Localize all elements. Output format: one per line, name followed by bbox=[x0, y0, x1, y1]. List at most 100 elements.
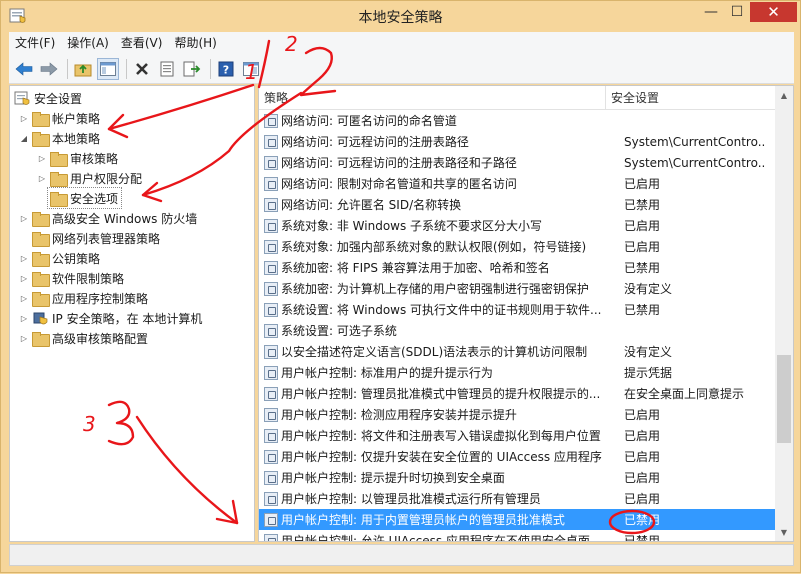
policy-row[interactable]: 用户帐户控制: 以管理员批准模式运行所有管理员 已启用 bbox=[259, 488, 775, 509]
policy-row[interactable]: 网络访问: 可远程访问的注册表路径和子路径 System\CurrentContr… bbox=[259, 152, 775, 173]
back-icon[interactable] bbox=[13, 58, 35, 80]
column-header-policy[interactable]: 策略 bbox=[259, 86, 606, 110]
policy-icon bbox=[264, 323, 278, 338]
policy-icon bbox=[264, 197, 278, 212]
expand-icon[interactable]: ▷ bbox=[18, 294, 30, 303]
menu-action[interactable]: 操作(A) bbox=[61, 32, 115, 54]
policy-row[interactable]: 系统设置: 将 Windows 可执行文件中的证书规则用于软件... 已禁用 bbox=[259, 299, 775, 320]
policy-row[interactable]: 用户帐户控制: 管理员批准模式中管理员的提升权限提示的... 在安全桌面上同意提示 bbox=[259, 383, 775, 404]
policy-row[interactable]: 用户帐户控制: 检测应用程序安装并提示提升 已启用 bbox=[259, 404, 775, 425]
policy-row[interactable]: 用户帐户控制: 将文件和注册表写入错误虚拟化到每用户位置 已启用 bbox=[259, 425, 775, 446]
menu-help[interactable]: 帮助(H) bbox=[168, 32, 222, 54]
expand-icon[interactable]: ▷ bbox=[18, 274, 30, 283]
policy-icon bbox=[264, 386, 278, 401]
policy-setting: 已禁用 bbox=[624, 198, 661, 212]
tree-item-software-restriction[interactable]: ▷ 软件限制策略 bbox=[18, 268, 124, 288]
folder-open-icon bbox=[32, 131, 50, 147]
tree-item-app-control[interactable]: ▷ 应用程序控制策略 bbox=[18, 288, 148, 308]
scroll-thumb[interactable] bbox=[777, 355, 791, 443]
tree-label: 帐户策略 bbox=[52, 111, 101, 126]
export-icon[interactable] bbox=[181, 58, 203, 80]
policy-row[interactable]: 网络访问: 限制对命名管道和共享的匿名访问 已启用 bbox=[259, 173, 775, 194]
up-folder-icon[interactable] bbox=[72, 58, 94, 80]
policy-row[interactable]: 网络访问: 允许匿名 SID/名称转换 已禁用 bbox=[259, 194, 775, 215]
console-icon[interactable] bbox=[240, 58, 262, 80]
toolbar-separator bbox=[126, 58, 127, 79]
policy-row[interactable]: 网络访问: 可远程访问的注册表路径 System\CurrentContro... bbox=[259, 131, 775, 152]
minimize-button[interactable]: — bbox=[698, 2, 724, 22]
tree-root[interactable]: 安全设置 bbox=[14, 88, 82, 108]
tree-label: 网络列表管理器策略 bbox=[52, 231, 161, 246]
policy-row[interactable]: 用户帐户控制: 允许 UIAccess 应用程序在不使用安全桌面... 已禁用 bbox=[259, 530, 775, 542]
policy-name: 网络访问: 限制对命名管道和共享的匿名访问 bbox=[281, 177, 517, 191]
policy-list-pane[interactable]: 策略 安全设置 网络访问: 可匿名访问的命名管道网络访问: 可远程访问的注册表路… bbox=[258, 85, 794, 542]
show-tree-icon[interactable] bbox=[97, 57, 119, 80]
tree-pane[interactable]: 安全设置 ▷ 帐户策略 ◢ 本地策略 ▷ 审核策略 ▷ 用户权限分配 安全选项 … bbox=[9, 85, 255, 542]
help-icon[interactable]: ? bbox=[215, 58, 237, 80]
policy-name: 用户帐户控制: 管理员批准模式中管理员的提升权限提示的... bbox=[281, 387, 601, 401]
folder-icon bbox=[50, 171, 68, 187]
column-header-setting[interactable]: 安全设置 bbox=[606, 86, 756, 110]
tree-label: 应用程序控制策略 bbox=[52, 291, 149, 306]
policy-row[interactable]: 用户帐户控制: 提示提升时切换到安全桌面 已启用 bbox=[259, 467, 775, 488]
menu-bar: 文件(F) 操作(A) 查看(V) 帮助(H) bbox=[9, 32, 794, 54]
policy-icon bbox=[264, 260, 278, 275]
folder-icon bbox=[32, 251, 50, 267]
title-bar[interactable]: 本地安全策略 — ☐ ✕ bbox=[1, 1, 800, 31]
policy-row[interactable]: 系统对象: 加强内部系统对象的默认权限(例如，符号链接) 已启用 bbox=[259, 236, 775, 257]
tree-item-ip-security[interactable]: ▷ IP 安全策略，在 本地计算机 bbox=[18, 308, 202, 328]
forward-icon[interactable] bbox=[38, 58, 60, 80]
tree-item-local-policy[interactable]: ◢ 本地策略 bbox=[18, 128, 100, 148]
maximize-button[interactable]: ☐ bbox=[724, 2, 750, 22]
tree-item-public-key[interactable]: ▷ 公钥策略 bbox=[18, 248, 100, 268]
tree-item-audit-policy[interactable]: ▷ 审核策略 bbox=[36, 148, 118, 168]
policy-row[interactable]: 用户帐户控制: 仅提升安装在安全位置的 UIAccess 应用程序 已启用 bbox=[259, 446, 775, 467]
expand-icon[interactable]: ▷ bbox=[18, 114, 30, 123]
expand-icon[interactable]: ▷ bbox=[18, 254, 30, 263]
properties-icon[interactable] bbox=[156, 58, 178, 80]
expand-icon[interactable]: ▷ bbox=[18, 314, 30, 323]
policy-icon bbox=[264, 470, 278, 485]
policy-row[interactable]: 以安全描述符定义语言(SDDL)语法表示的计算机访问限制 没有定义 bbox=[259, 341, 775, 362]
main-window: 本地安全策略 — ☐ ✕ 文件(F) 操作(A) 查看(V) 帮助(H) ? 安… bbox=[0, 0, 801, 573]
policy-name: 用户帐户控制: 允许 UIAccess 应用程序在不使用安全桌面... bbox=[281, 534, 602, 542]
policy-row[interactable]: 网络访问: 可匿名访问的命名管道 bbox=[259, 110, 775, 131]
policy-setting: 已启用 bbox=[624, 429, 661, 443]
collapse-icon[interactable]: ◢ bbox=[18, 134, 30, 143]
policy-name: 系统对象: 非 Windows 子系统不要求区分大小写 bbox=[281, 219, 543, 233]
policy-name: 系统加密: 为计算机上存储的用户密钥强制进行强密钥保护 bbox=[281, 282, 589, 296]
policy-name: 网络访问: 可匿名访问的命名管道 bbox=[281, 114, 457, 128]
policy-setting: 已禁用 bbox=[624, 303, 661, 317]
menu-view[interactable]: 查看(V) bbox=[115, 32, 169, 54]
tree-label: 审核策略 bbox=[70, 151, 119, 166]
tree-item-account-policy[interactable]: ▷ 帐户策略 bbox=[18, 108, 100, 128]
tree-label: 软件限制策略 bbox=[52, 271, 125, 286]
expand-icon[interactable]: ▷ bbox=[18, 214, 30, 223]
tree-item-firewall[interactable]: ▷ 高级安全 Windows 防火墙 bbox=[18, 208, 197, 228]
scroll-down-icon[interactable]: ▼ bbox=[775, 523, 793, 541]
toolbar: ? bbox=[9, 54, 794, 84]
close-button[interactable]: ✕ bbox=[750, 2, 797, 22]
expand-icon[interactable]: ▷ bbox=[18, 334, 30, 343]
policy-name: 网络访问: 允许匿名 SID/名称转换 bbox=[281, 198, 462, 212]
expand-icon[interactable]: ▷ bbox=[36, 174, 48, 183]
vertical-scrollbar[interactable]: ▲ ▼ bbox=[775, 86, 793, 541]
policy-row[interactable]: 系统设置: 可选子系统 bbox=[259, 320, 775, 341]
tree-label: 本地策略 bbox=[52, 131, 101, 146]
policy-row[interactable]: 系统加密: 将 FIPS 兼容算法用于加密、哈希和签名 已禁用 bbox=[259, 257, 775, 278]
delete-icon[interactable] bbox=[131, 58, 153, 80]
expand-icon[interactable]: ▷ bbox=[36, 154, 48, 163]
scroll-up-icon[interactable]: ▲ bbox=[775, 86, 793, 104]
policy-row[interactable]: 用户帐户控制: 用于内置管理员帐户的管理员批准模式 已禁用 bbox=[259, 509, 775, 530]
tree-item-user-rights[interactable]: ▷ 用户权限分配 bbox=[36, 168, 142, 188]
tree-item-advanced-audit[interactable]: ▷ 高级审核策略配置 bbox=[18, 328, 148, 348]
policy-name: 用户帐户控制: 仅提升安装在安全位置的 UIAccess 应用程序 bbox=[281, 450, 602, 464]
tree-item-network-list[interactable]: 网络列表管理器策略 bbox=[18, 228, 160, 248]
menu-file[interactable]: 文件(F) bbox=[9, 32, 61, 54]
tree-label: 高级审核策略配置 bbox=[52, 331, 149, 346]
policy-row[interactable]: 用户帐户控制: 标准用户的提升提示行为 提示凭据 bbox=[259, 362, 775, 383]
policy-setting: 已禁用 bbox=[624, 513, 661, 527]
tree-item-security-options[interactable]: 安全选项 bbox=[46, 187, 123, 209]
policy-row[interactable]: 系统加密: 为计算机上存储的用户密钥强制进行强密钥保护 没有定义 bbox=[259, 278, 775, 299]
policy-row[interactable]: 系统对象: 非 Windows 子系统不要求区分大小写 已启用 bbox=[259, 215, 775, 236]
